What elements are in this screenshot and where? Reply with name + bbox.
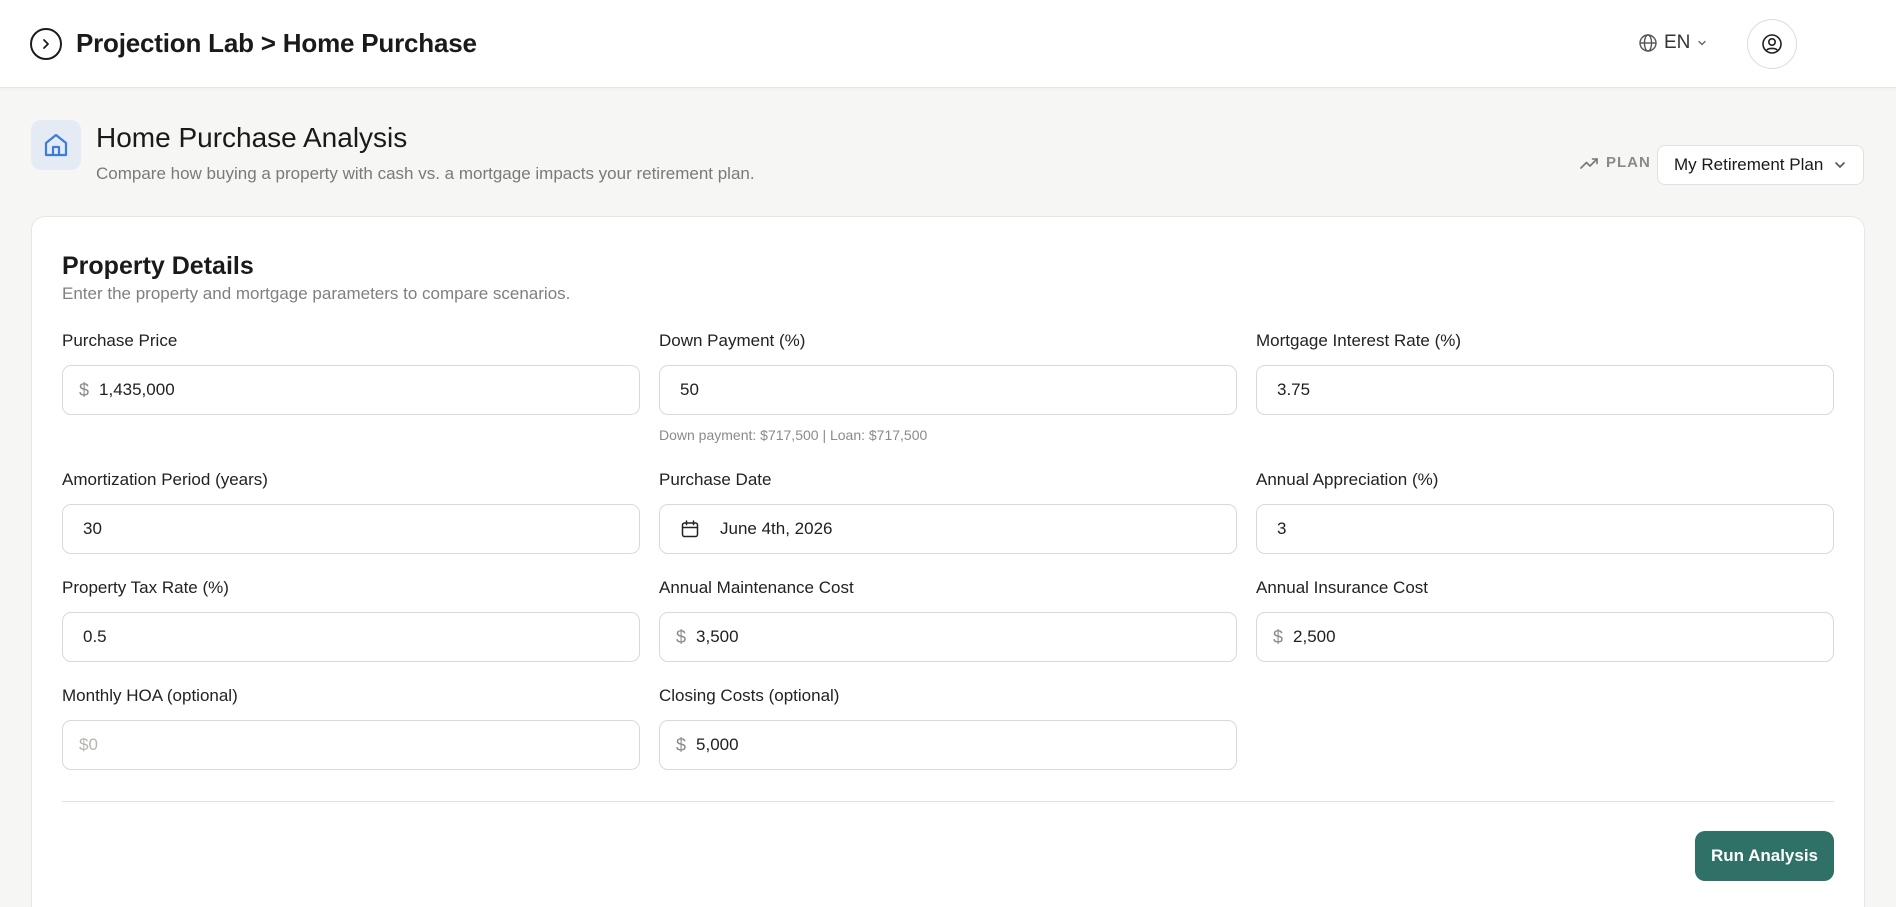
down-payment-input[interactable]: 50: [659, 365, 1237, 415]
plan-select[interactable]: My Retirement Plan: [1657, 145, 1864, 185]
amortization-value: 30: [83, 519, 102, 538]
property-tax-value: 0.5: [83, 627, 107, 646]
purchase-date-label: Purchase Date: [659, 470, 772, 489]
top-bar: Projection Lab > Home Purchase EN: [0, 0, 1896, 88]
interest-rate-input[interactable]: 3.75: [1256, 365, 1834, 415]
page-title: Home Purchase Analysis: [96, 122, 408, 153]
hoa-placeholder: $0: [79, 735, 98, 754]
purchase-price-input[interactable]: $ 1,435,000: [62, 365, 640, 415]
property-tax-input[interactable]: 0.5: [62, 612, 640, 662]
dollar-prefix: $: [79, 379, 90, 400]
chevron-right-icon: [43, 39, 49, 49]
hoa-input[interactable]: $0: [62, 720, 640, 770]
amortization-label: Amortization Period (years): [62, 470, 268, 489]
appreciation-value: 3: [1277, 519, 1287, 538]
plan-label-text: PLAN: [1606, 154, 1651, 171]
card-title: Property Details: [62, 252, 254, 280]
plan-select-value: My Retirement Plan: [1674, 155, 1824, 174]
breadcrumb: Projection Lab > Home Purchase: [76, 28, 477, 58]
down-payment-value: 50: [680, 380, 699, 399]
insurance-input[interactable]: $ 2,500: [1256, 612, 1834, 662]
purchase-date-picker[interactable]: June 4th, 2026: [659, 504, 1237, 554]
calendar-icon: [680, 519, 700, 539]
user-icon: [1762, 34, 1782, 54]
closing-costs-value: 5,000: [696, 735, 739, 754]
insurance-label: Annual Insurance Cost: [1256, 578, 1428, 597]
card-description: Enter the property and mortgage paramete…: [62, 284, 571, 303]
chevron-down-icon: [1698, 40, 1707, 46]
dollar-prefix: $: [676, 734, 687, 755]
closing-costs-label: Closing Costs (optional): [659, 686, 840, 705]
appreciation-input[interactable]: 3: [1256, 504, 1834, 554]
down-payment-helper: Down payment: $717,500 | Loan: $717,500: [659, 427, 928, 443]
appreciation-label: Annual Appreciation (%): [1256, 470, 1439, 489]
property-details-card: Property Details Enter the property and …: [31, 216, 1865, 907]
divider: [62, 801, 1834, 802]
maintenance-input[interactable]: $ 3,500: [659, 612, 1237, 662]
interest-rate-label: Mortgage Interest Rate (%): [1256, 331, 1462, 350]
interest-rate-value: 3.75: [1277, 380, 1311, 399]
insurance-value: 2,500: [1293, 627, 1336, 646]
home-icon: [44, 133, 68, 157]
purchase-price-value: 1,435,000: [99, 380, 175, 399]
globe-icon: [1639, 34, 1657, 52]
property-tax-label: Property Tax Rate (%): [62, 578, 229, 597]
closing-costs-input[interactable]: $ 5,000: [659, 720, 1237, 770]
hoa-label: Monthly HOA (optional): [62, 686, 238, 705]
plan-label: PLAN: [1580, 154, 1651, 171]
language-label: EN: [1664, 32, 1691, 53]
chevron-down-icon: [1835, 162, 1845, 169]
sidebar-toggle-button[interactable]: [30, 28, 62, 60]
page-subtitle: Compare how buying a property with cash …: [96, 164, 755, 183]
purchase-date-value: June 4th, 2026: [720, 519, 833, 538]
amortization-input[interactable]: 30: [62, 504, 640, 554]
trending-up-icon: [1580, 157, 1598, 169]
run-analysis-button[interactable]: Run Analysis: [1695, 831, 1834, 881]
dollar-prefix: $: [1273, 626, 1284, 647]
maintenance-value: 3,500: [696, 627, 739, 646]
down-payment-label: Down Payment (%): [659, 331, 806, 350]
purchase-price-label: Purchase Price: [62, 331, 178, 350]
dollar-prefix: $: [676, 626, 687, 647]
maintenance-label: Annual Maintenance Cost: [659, 578, 854, 597]
language-selector[interactable]: EN: [1638, 29, 1708, 57]
home-icon-badge: [31, 120, 81, 170]
user-menu-button[interactable]: [1747, 19, 1797, 69]
